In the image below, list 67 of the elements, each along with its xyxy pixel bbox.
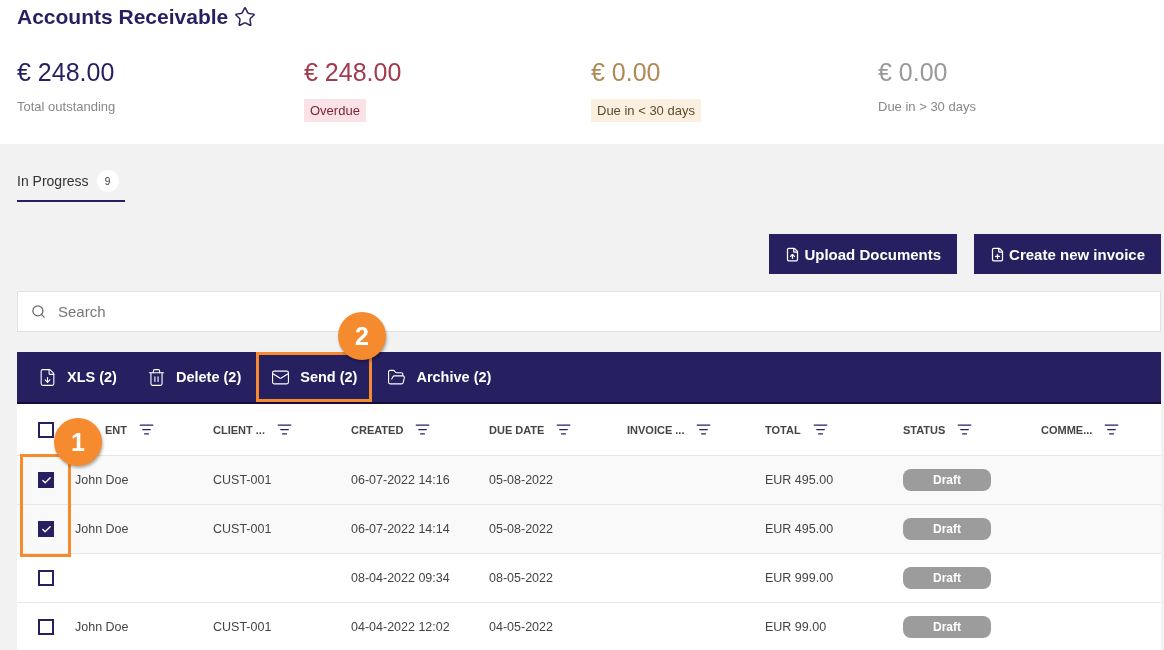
check-icon	[40, 523, 52, 535]
table-cell-text: 05-08-2022	[489, 522, 554, 536]
filter-icon[interactable]	[696, 422, 712, 437]
row-checkbox[interactable]	[38, 472, 54, 488]
column-header[interactable]: DUE DATE	[489, 423, 545, 436]
table-cell-text: 04-05-2022	[489, 620, 554, 634]
summary-badge: Overdue	[304, 99, 366, 122]
table-cell-text: CUST-001	[213, 473, 273, 487]
column-header[interactable]: CLIENT ...	[213, 423, 265, 436]
status-pill: Draft	[903, 567, 991, 589]
summary-badge: Due in < 30 days	[591, 99, 701, 122]
filter-icon[interactable]	[415, 422, 431, 437]
star-icon[interactable]	[234, 6, 257, 28]
table-cell-text: 08-04-2022 09:34	[351, 571, 451, 585]
status-pill: Draft	[903, 616, 991, 638]
table-cell-text: EUR 495.00	[765, 473, 835, 487]
tab-count: 9	[96, 170, 119, 192]
column-header[interactable]: COMME...	[1041, 423, 1093, 436]
filter-icon[interactable]	[1104, 422, 1120, 437]
tab[interactable]: In Progress 9	[17, 164, 125, 202]
status-pill: Draft	[903, 469, 991, 491]
trash-icon	[146, 367, 166, 387]
summary-label: Total outstanding	[17, 99, 116, 114]
column-header[interactable]: STATUS	[903, 423, 946, 436]
column-header[interactable]: INVOICE ...	[627, 423, 685, 436]
select-all-checkbox[interactable]	[38, 421, 54, 438]
folder-icon	[387, 367, 407, 387]
filter-icon[interactable]	[556, 422, 572, 437]
table-cell-text: John Doe	[75, 522, 130, 536]
summary-amount: € 0.00	[591, 58, 661, 87]
column-header[interactable]: CREATED	[351, 423, 404, 436]
file-plus-icon	[990, 246, 1006, 262]
status-pill: Draft	[903, 518, 991, 540]
summary-amount: € 0.00	[878, 58, 948, 87]
table-cell-text: EUR 495.00	[765, 522, 835, 536]
table-cell-text: EUR 999.00	[765, 571, 835, 585]
summary-amount: € 248.00	[17, 58, 115, 87]
column-header[interactable]: ENT	[105, 423, 127, 436]
filter-icon[interactable]	[957, 422, 973, 437]
search-icon	[31, 304, 46, 319]
file-download-icon	[38, 367, 57, 387]
table-cell-text: 06-07-2022 14:14	[351, 522, 451, 536]
table-cell-text: John Doe	[75, 473, 130, 487]
row-checkbox[interactable]	[38, 619, 54, 635]
create-button[interactable]: Create new invoice	[974, 234, 1161, 274]
delete-button[interactable]: Delete (2)	[131, 352, 257, 402]
filter-icon[interactable]	[139, 422, 154, 437]
table-cell-text: 04-04-2022 12:02	[351, 620, 451, 634]
xls-button[interactable]: XLS (2)	[23, 352, 132, 402]
table-cell-text: 08-05-2022	[489, 571, 554, 585]
filter-icon[interactable]	[812, 422, 828, 437]
filter-icon[interactable]	[276, 422, 292, 437]
table-cell-text: 05-08-2022	[489, 473, 554, 487]
table-cell-text: CUST-001	[213, 522, 273, 536]
page-title: Accounts Receivable	[17, 5, 229, 29]
row-checkbox[interactable]	[38, 521, 54, 537]
table-cell-text: EUR 99.00	[765, 620, 828, 634]
summary-label: Due in > 30 days	[878, 99, 976, 114]
upload-button[interactable]: Upload Documents	[769, 234, 958, 274]
table-cell-text: 06-07-2022 14:16	[351, 473, 451, 487]
row-checkbox[interactable]	[38, 570, 54, 586]
file-upload-icon	[785, 246, 801, 262]
table-cell-text: John Doe	[75, 620, 130, 634]
summary-amount: € 248.00	[304, 58, 402, 87]
column-header[interactable]: TOTAL	[765, 423, 801, 436]
table-cell-text: CUST-001	[213, 620, 273, 634]
check-icon	[40, 474, 52, 486]
